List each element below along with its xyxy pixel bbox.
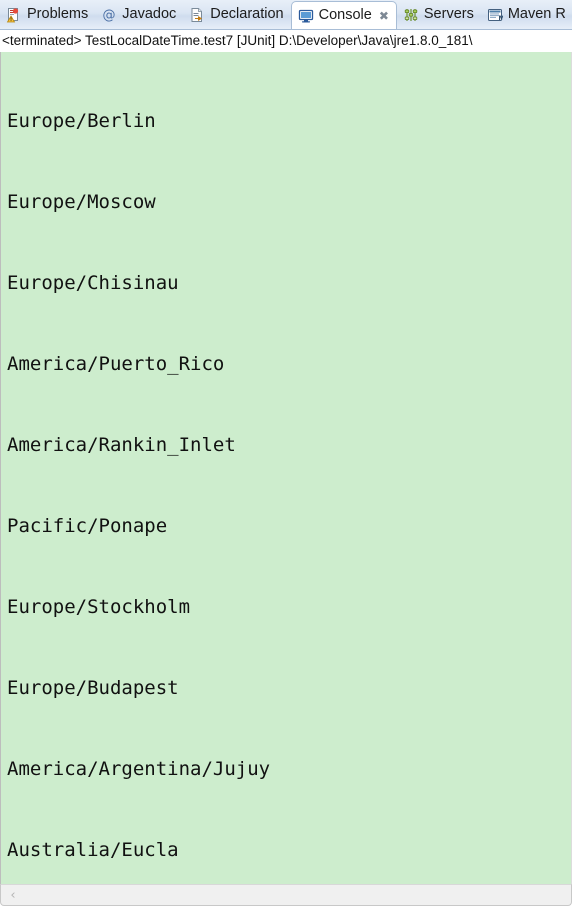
close-icon[interactable]: ✖ bbox=[379, 10, 389, 22]
console-line: Europe/Berlin bbox=[7, 110, 156, 132]
problems-icon bbox=[6, 7, 22, 23]
tab-label: Problems bbox=[27, 6, 89, 23]
tab-label: Servers bbox=[423, 6, 474, 23]
console-line: Europe/Stockholm bbox=[7, 596, 191, 618]
console-line: America/Argentina/Jujuy bbox=[7, 758, 271, 780]
tab-servers[interactable]: Servers bbox=[397, 0, 481, 29]
scroll-left-icon[interactable]: ‹ bbox=[4, 886, 22, 904]
console-output-area[interactable]: Europe/Berlin Europe/Moscow Europe/Chisi… bbox=[0, 52, 572, 884]
console-line: Europe/Moscow bbox=[7, 191, 156, 213]
servers-icon bbox=[403, 7, 419, 23]
svg-text:M: M bbox=[498, 15, 503, 22]
console-line: America/Rankin_Inlet bbox=[7, 434, 236, 456]
console-status-line: <terminated> TestLocalDateTime.test7 [JU… bbox=[0, 30, 572, 52]
tab-label: Javadoc bbox=[122, 6, 177, 23]
console-line: Europe/Budapest bbox=[7, 677, 179, 699]
tab-maven-repositories[interactable]: M Maven R bbox=[481, 0, 572, 29]
svg-text:@: @ bbox=[103, 8, 116, 23]
console-line: Europe/Chisinau bbox=[7, 272, 179, 294]
console-icon bbox=[298, 8, 314, 24]
tab-declaration[interactable]: Declaration bbox=[183, 0, 290, 29]
console-output-lines: Europe/Berlin Europe/Moscow Europe/Chisi… bbox=[1, 52, 571, 884]
maven-icon: M bbox=[487, 7, 504, 23]
tab-label: Maven R bbox=[507, 6, 566, 23]
console-view: <terminated> TestLocalDateTime.test7 [JU… bbox=[0, 30, 572, 908]
declaration-icon bbox=[189, 7, 205, 23]
console-line: Pacific/Ponape bbox=[7, 515, 168, 537]
view-tab-bar: Problems @ Javadoc Declaration Console ✖… bbox=[0, 0, 572, 30]
scrollbar-track[interactable] bbox=[22, 885, 571, 905]
javadoc-icon: @ bbox=[101, 7, 117, 23]
tab-label: Console bbox=[318, 7, 372, 24]
console-line: America/Puerto_Rico bbox=[7, 353, 225, 375]
tab-javadoc[interactable]: @ Javadoc bbox=[95, 0, 183, 29]
tab-console[interactable]: Console ✖ bbox=[290, 1, 397, 29]
tab-problems[interactable]: Problems bbox=[0, 0, 95, 29]
tab-label: Declaration bbox=[210, 6, 284, 23]
horizontal-scrollbar[interactable]: ‹ bbox=[0, 884, 572, 906]
console-line: Australia/Eucla bbox=[7, 839, 179, 861]
